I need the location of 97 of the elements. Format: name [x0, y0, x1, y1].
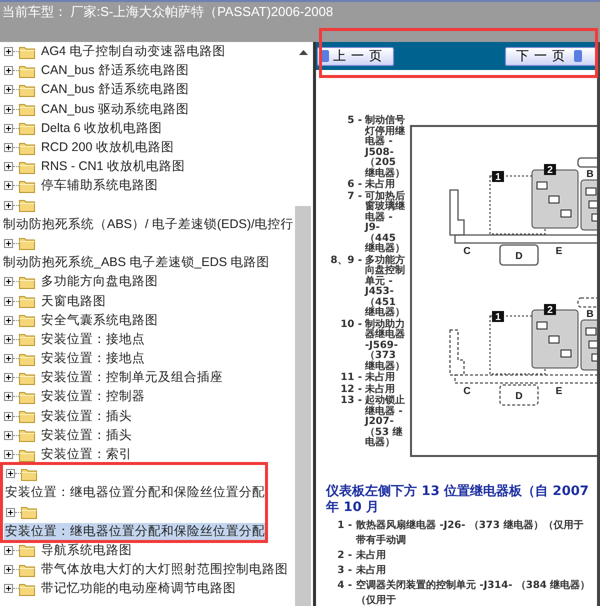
- folder-icon: [19, 121, 35, 136]
- legend-text: 制动信号灯停用继电器 - J508- （205 继电器）: [365, 116, 406, 178]
- diagram-label: B: [586, 169, 594, 180]
- legend-number: 12 -: [339, 384, 362, 395]
- scroll-up-icon[interactable]: [298, 50, 308, 55]
- item-text: 散热器风扇继电器 -J26- （373 继电器）（仅用于带有手动调: [356, 518, 584, 548]
- expand-toggle[interactable]: [4, 277, 13, 286]
- item-number: 2 -: [336, 549, 352, 563]
- tree-item[interactable]: CAN_bus 舒适系统电路图: [40, 81, 190, 98]
- folder-icon: [19, 582, 35, 596]
- tree-item[interactable]: AG4 电子控制自动变速器电路图: [40, 43, 226, 60]
- scrollbar-thumb[interactable]: [295, 206, 311, 606]
- legend-text: 起动锁止继电器 - J207- （53 继电器）: [365, 396, 406, 448]
- tree-item[interactable]: CAN_bus 舒适系统电路图: [40, 62, 190, 80]
- diagram-label: C: [463, 386, 471, 397]
- item-text: 未占用: [356, 564, 387, 578]
- tree-item[interactable]: 制动防抱死系统_ABS 电子差速锁_EDS 电路图: [2, 254, 271, 272]
- tree-item[interactable]: RNS - CN1 收放机电路图: [40, 158, 186, 176]
- legend-number: 6 -: [346, 180, 362, 190]
- folder-icon: [19, 562, 35, 577]
- tree-item[interactable]: 安装位置：继电器位置分配和保险丝位置分配: [4, 522, 266, 540]
- diagram-label: 2: [547, 305, 553, 316]
- page-button[interactable]: 上一页: [317, 46, 394, 66]
- folder-icon: [21, 466, 37, 481]
- tree-item[interactable]: RCD 200 收放机电路图: [40, 139, 175, 156]
- tree-item[interactable]: 带气体放电大灯的大灯照射范围控制电路图: [40, 561, 289, 578]
- legend-text: 未占用: [365, 373, 396, 384]
- tree-item[interactable]: 安装位置：接地点: [40, 350, 146, 368]
- diagram-label: E: [556, 386, 562, 397]
- diagram-label: E: [556, 246, 562, 257]
- folder-icon: [19, 44, 35, 59]
- legend-text: 多功能方向盘控制单元 - J453- （451 继电器）: [365, 256, 406, 318]
- folder-icon: [19, 140, 35, 155]
- item-number: 4 -: [336, 579, 352, 593]
- tree-item[interactable]: 安装位置：继电器位置分配和保险丝位置分配: [4, 484, 266, 502]
- expand-toggle[interactable]: [6, 508, 15, 517]
- legend-number: 11 -: [339, 373, 362, 384]
- tree-item[interactable]: 制动防抱死系统（ABS）/ 电子差速锁(EDS)/电控行: [2, 216, 294, 233]
- folder-icon: [19, 198, 35, 212]
- page-button[interactable]: 下一页: [505, 46, 597, 66]
- folder-icon: [19, 448, 35, 462]
- item-text: 空调器关闭装置的控制单元 -J314- （384 继电器）（仅用于: [356, 578, 592, 606]
- diagram-label: D: [515, 251, 523, 262]
- tree-item[interactable]: 天窗电路图: [40, 292, 107, 310]
- folder-icon: [19, 370, 35, 385]
- tree-item[interactable]: 安全气囊系统电路图: [40, 312, 159, 329]
- tree-item[interactable]: 带记忆功能的电动座椅调节电路图: [40, 580, 237, 598]
- legend-text: 可加热后窗玻璃继电器 -J9- （445 继电器）: [365, 192, 406, 254]
- expand-toggle[interactable]: [4, 200, 13, 210]
- folder-icon: [19, 160, 35, 174]
- legend-number: 7 -: [346, 192, 362, 204]
- folder-icon: [19, 102, 35, 116]
- folder-icon: [19, 352, 35, 366]
- folder-icon: [19, 409, 35, 424]
- tree-item[interactable]: 安装位置：索引: [40, 446, 133, 464]
- legend-number: 13 -: [339, 396, 362, 408]
- folder-icon: [19, 274, 35, 289]
- tree-item[interactable]: Delta 6 收放机电路图: [40, 120, 164, 137]
- legend-number: 5 -: [346, 116, 362, 128]
- diagram-label: C: [463, 246, 471, 257]
- window-title: 当前车型： 厂家:S-上海大众帕萨特（PASSAT)2006-2008: [1, 3, 334, 21]
- tree-item[interactable]: 停车辅助系统电路图: [40, 177, 159, 194]
- folder-icon: [19, 332, 35, 346]
- folder-icon: [19, 543, 35, 558]
- item-number: 1 -: [336, 519, 352, 533]
- tree-item[interactable]: 安装位置：插头: [40, 408, 133, 425]
- expand-toggle[interactable]: [4, 238, 13, 248]
- diagram-label: 1: [495, 312, 501, 323]
- folder-icon: [19, 390, 35, 404]
- tree-item[interactable]: CAN_bus 驱动系统电路图: [40, 100, 190, 118]
- tree-item[interactable]: 安装位置：控制器: [40, 388, 146, 406]
- diagram-label: B: [586, 309, 594, 320]
- folder-icon: [19, 64, 35, 78]
- item-number: 3 -: [336, 564, 352, 578]
- tree-item[interactable]: 导航系统电路图: [40, 542, 133, 559]
- legend-text: 未占用: [365, 384, 396, 394]
- folder-icon: [19, 236, 35, 250]
- tree-item[interactable]: 安装位置：控制单元及组合插座: [40, 369, 224, 386]
- expand-toggle[interactable]: [4, 546, 13, 555]
- folder-icon: [19, 178, 35, 193]
- folder-icon: [21, 505, 37, 520]
- diagram-label: 2: [547, 165, 553, 176]
- diagram-label: D: [515, 391, 523, 402]
- folder-icon: [19, 428, 35, 442]
- section-heading: 仪表板左侧下方 13 位置继电器板（自 2007 年 10 月: [326, 484, 590, 516]
- folder-icon: [19, 313, 35, 328]
- legend-text: 未占用: [365, 180, 396, 190]
- legend-number: 10 -: [339, 320, 362, 332]
- legend-text: 制动助力器继电器 -J569- （373 继电器）: [365, 320, 406, 372]
- legend-number: 8、9 -: [329, 256, 362, 268]
- tree-item[interactable]: 多功能方向盘电路图: [40, 273, 159, 290]
- folder-icon: [19, 82, 35, 97]
- tree-item[interactable]: 安装位置：接地点: [40, 330, 146, 348]
- tree-item[interactable]: 安装位置：插头: [40, 426, 133, 444]
- folder-icon: [19, 294, 35, 308]
- diagram-label: 1: [495, 172, 501, 183]
- item-text: 未占用: [356, 548, 387, 563]
